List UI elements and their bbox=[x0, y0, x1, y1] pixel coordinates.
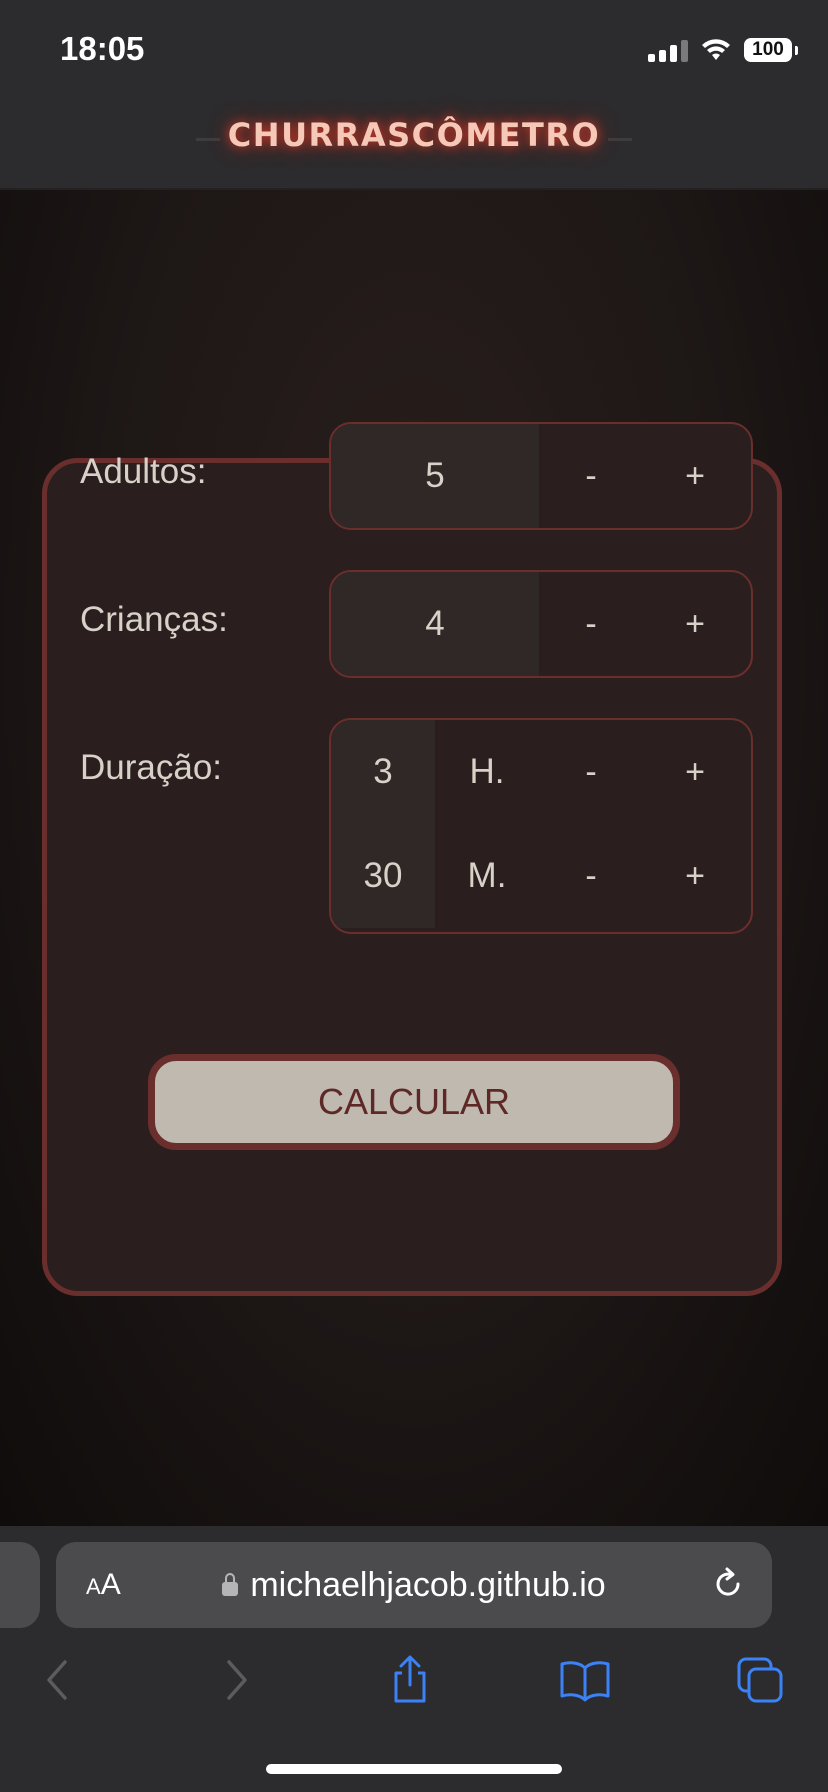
children-label: Crianças: bbox=[80, 600, 228, 639]
signal-icon bbox=[648, 38, 688, 62]
adults-decrement-button[interactable]: - bbox=[539, 424, 643, 528]
status-icons: 100 bbox=[648, 34, 798, 66]
duration-stepper: 3 H. - + 30 M. - + bbox=[329, 718, 753, 934]
url-text: michaelhjacob.github.io bbox=[250, 1566, 606, 1604]
minutes-increment-button[interactable]: + bbox=[643, 824, 747, 928]
duration-hours-row: 3 H. - + bbox=[331, 720, 751, 824]
adults-label: Adultos: bbox=[80, 452, 207, 491]
status-time: 18:05 bbox=[60, 30, 145, 67]
reload-icon[interactable] bbox=[710, 1566, 746, 1602]
browser-navbar bbox=[0, 1650, 828, 1716]
hours-increment-button[interactable]: + bbox=[643, 720, 747, 824]
battery-icon: 100 bbox=[744, 38, 798, 62]
home-indicator[interactable] bbox=[266, 1764, 562, 1774]
top-bar: 18:05 100 CHURRASCÔMETRO bbox=[0, 0, 828, 190]
children-value[interactable]: 4 bbox=[331, 572, 539, 676]
share-icon[interactable] bbox=[380, 1650, 440, 1710]
duration-label: Duração: bbox=[80, 748, 223, 787]
minutes-unit: M. bbox=[467, 856, 507, 895]
address-bar[interactable]: AA michaelhjacob.github.io bbox=[56, 1542, 772, 1628]
bookmarks-icon[interactable] bbox=[555, 1650, 615, 1710]
hours-unit: H. bbox=[469, 752, 505, 791]
battery-level: 100 bbox=[752, 39, 784, 60]
previous-tab-peek[interactable] bbox=[0, 1542, 40, 1628]
calculate-button[interactable]: CALCULAR bbox=[148, 1054, 680, 1150]
forward-icon[interactable] bbox=[206, 1650, 266, 1710]
main-area: Adultos: 5 - + Crianças: 4 - + Duração: … bbox=[0, 190, 828, 1526]
children-increment-button[interactable]: + bbox=[643, 572, 747, 676]
adults-stepper: 5 - + bbox=[329, 422, 753, 530]
browser-toolbar: AA michaelhjacob.github.io bbox=[0, 1526, 828, 1792]
page-title-text: CHURRASCÔMETRO bbox=[219, 116, 609, 154]
back-icon[interactable] bbox=[28, 1650, 88, 1710]
duration-minutes-row: 30 M. - + bbox=[331, 824, 751, 928]
hours-decrement-button[interactable]: - bbox=[539, 720, 643, 824]
wifi-icon bbox=[702, 39, 730, 60]
minutes-value[interactable]: 30 bbox=[331, 824, 435, 928]
minutes-decrement-button[interactable]: - bbox=[539, 824, 643, 928]
lock-icon bbox=[222, 1573, 239, 1596]
children-stepper: 4 - + bbox=[329, 570, 753, 678]
adults-increment-button[interactable]: + bbox=[643, 424, 747, 528]
hours-value[interactable]: 3 bbox=[331, 720, 435, 824]
tabs-icon[interactable] bbox=[730, 1650, 790, 1710]
adults-value[interactable]: 5 bbox=[331, 424, 539, 528]
children-decrement-button[interactable]: - bbox=[539, 572, 643, 676]
url-display[interactable]: michaelhjacob.github.io bbox=[56, 1566, 772, 1605]
page-title: CHURRASCÔMETRO bbox=[0, 116, 828, 154]
